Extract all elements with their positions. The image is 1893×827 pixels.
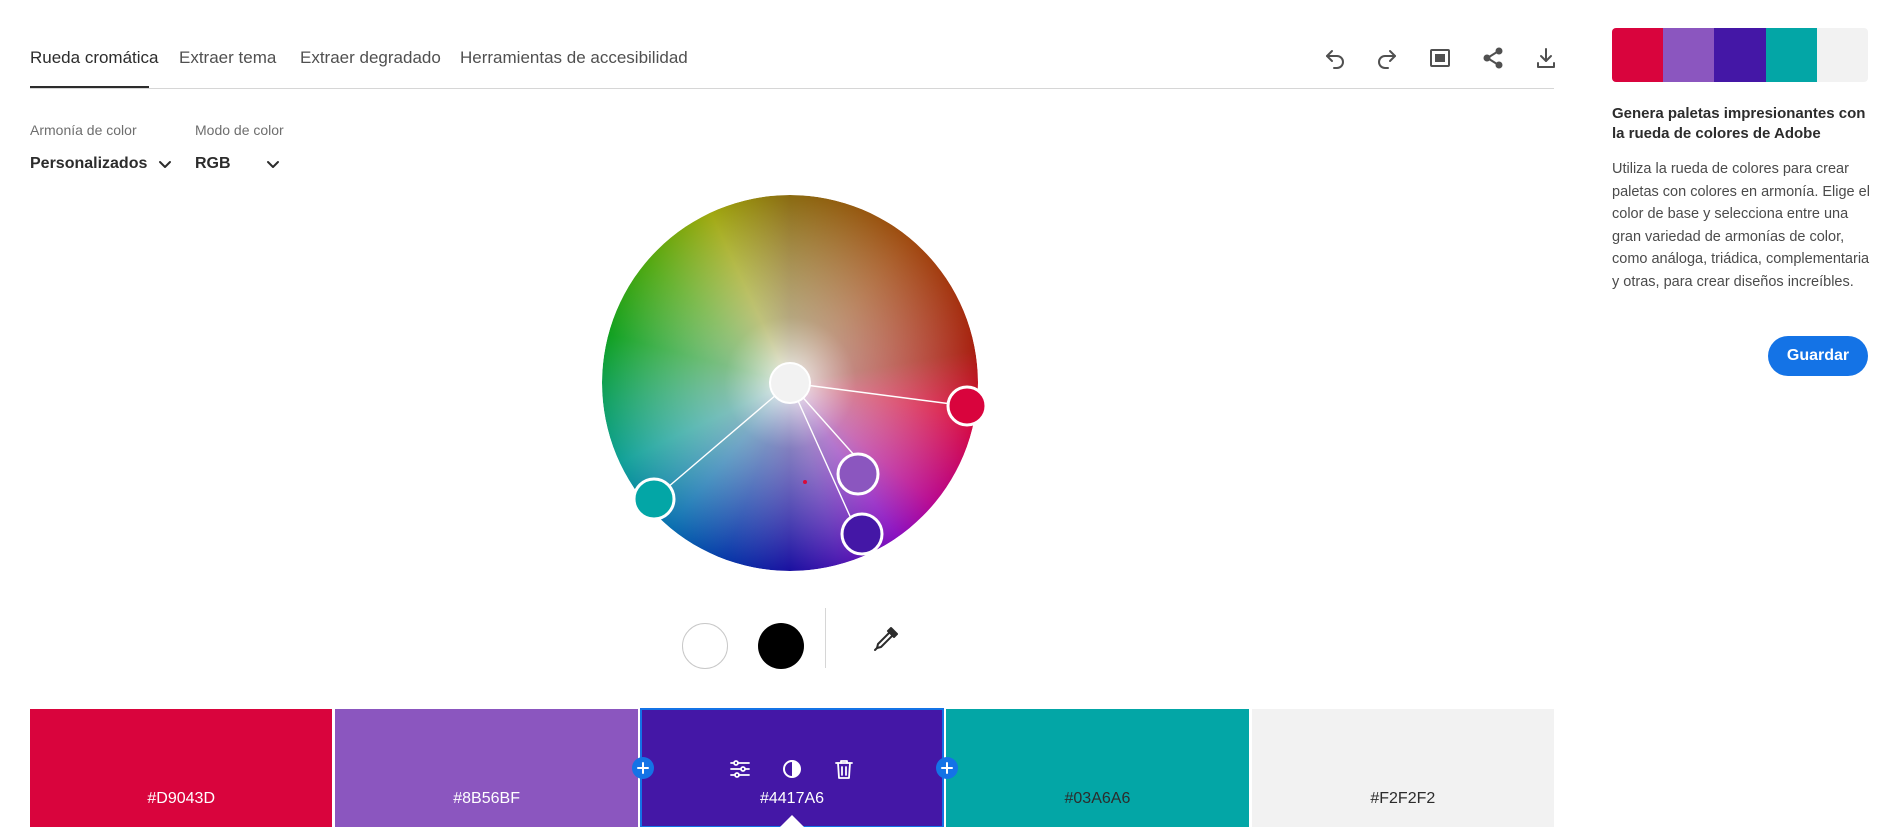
white-base-button[interactable]: [682, 623, 728, 669]
palette-preview-color: [1663, 28, 1715, 82]
mode-value: RGB: [195, 155, 231, 172]
harmony-value: Personalizados: [30, 155, 148, 172]
wheel-handle-teal[interactable]: [632, 477, 676, 521]
tab-accessibility-tools[interactable]: Herramientas de accesibilidad: [460, 48, 688, 68]
wheel-handle-base[interactable]: [769, 362, 811, 404]
chevron-down-icon: [267, 161, 279, 168]
swatch-hex: #D9043D: [147, 790, 215, 807]
swatch-hex: #03A6A6: [1064, 790, 1131, 807]
wheel-handle-purple[interactable]: [836, 452, 880, 496]
black-base-button[interactable]: [758, 623, 804, 669]
download-icon[interactable]: [1533, 45, 1559, 71]
eyedropper-icon[interactable]: [871, 624, 901, 654]
swatch-hex: #F2F2F2: [1370, 790, 1436, 807]
swatch-row: #D9043D #8B56BF #4417A6 #03A6A6 #F2F2F2: [30, 708, 1555, 827]
share-icon[interactable]: [1480, 45, 1506, 71]
sliders-icon[interactable]: [728, 757, 752, 781]
undo-icon[interactable]: [1322, 45, 1348, 71]
swatch-tools: [641, 757, 943, 781]
palette-preview: [1612, 28, 1868, 82]
swatch-hex: #4417A6: [759, 790, 825, 807]
trash-icon[interactable]: [832, 757, 856, 781]
swatch-5[interactable]: #F2F2F2: [1251, 709, 1555, 827]
tool-divider: [825, 608, 826, 668]
chevron-down-icon: [159, 161, 172, 168]
contrast-icon[interactable]: [780, 757, 804, 781]
mode-select[interactable]: RGB: [195, 152, 281, 176]
fullscreen-icon[interactable]: [1427, 45, 1453, 71]
palette-preview-color: [1765, 28, 1817, 82]
color-wheel[interactable]: [595, 188, 988, 578]
swatch-4[interactable]: #03A6A6: [946, 709, 1249, 827]
add-color-button[interactable]: [632, 757, 654, 779]
palette-preview-color: [1714, 28, 1766, 82]
redo-icon[interactable]: [1374, 45, 1400, 71]
sidebar-title: Genera paletas impresionantes con la rue…: [1612, 105, 1866, 142]
swatch-1[interactable]: #D9043D: [30, 709, 333, 827]
plus-icon: [637, 762, 649, 774]
wheel-handle-red[interactable]: [946, 385, 988, 427]
plus-icon: [941, 762, 953, 774]
harmony-select[interactable]: Personalizados: [30, 152, 173, 176]
swatch-2[interactable]: #8B56BF: [335, 709, 638, 827]
tab-extract-gradient[interactable]: Extraer degradado: [300, 48, 441, 68]
tab-color-wheel[interactable]: Rueda cromática: [30, 48, 159, 68]
active-tab-indicator: [30, 86, 149, 88]
mode-label: Modo de color: [195, 122, 284, 138]
save-button[interactable]: Guardar: [1768, 336, 1868, 376]
palette-preview-color: [1612, 28, 1664, 82]
harmony-label: Armonía de color: [30, 122, 137, 138]
swatch-3[interactable]: #4417A6: [639, 708, 945, 827]
palette-preview-color: [1816, 28, 1868, 82]
add-color-button[interactable]: [936, 757, 958, 779]
wheel-handle-indigo[interactable]: [840, 512, 884, 556]
tab-extract-theme[interactable]: Extraer tema: [179, 48, 276, 68]
sidebar-description: Utiliza la rueda de colores para crear p…: [1612, 161, 1870, 290]
swatch-hex: #8B56BF: [453, 790, 520, 807]
selected-indicator: [780, 815, 805, 827]
